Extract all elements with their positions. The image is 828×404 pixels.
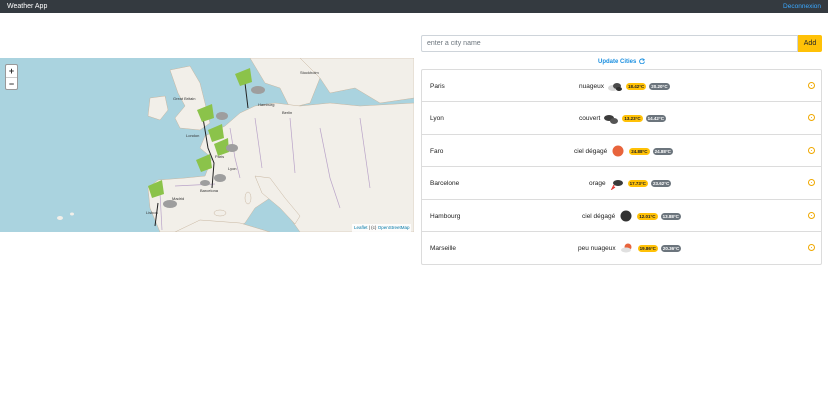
weather-info: peu nuageux 19.86°C 20.36°C [578, 242, 682, 254]
map-label-paris: Paris [215, 154, 225, 159]
temp-max-badge: 13.88°C [660, 212, 681, 220]
temp-min-badge: 19.86°C [637, 244, 658, 252]
map-label-madrid: Madrid [172, 196, 185, 201]
zoom-out-button[interactable]: − [6, 77, 17, 89]
update-cities-link[interactable]: Update Cities [598, 58, 646, 65]
app-title[interactable]: Weather App [7, 3, 47, 10]
city-row: Faro ciel dégagé 24.88°C 24.88°C [422, 135, 821, 168]
temp-max-badge: 14.42°C [645, 115, 666, 123]
locate-city-button[interactable] [808, 211, 815, 219]
zoom-in-button[interactable]: + [6, 65, 17, 77]
temp-min-badge: 12.01°C [637, 212, 658, 220]
clear-sky-night-icon [618, 210, 634, 222]
weather-description: orage [589, 180, 606, 188]
map-label-london: London [186, 133, 200, 138]
locate-city-button[interactable] [808, 82, 815, 89]
weather-description: ciel dégagé [574, 147, 608, 155]
city-name: Faro [430, 147, 444, 155]
temp-min-badge: 18.42°C [625, 83, 647, 90]
city-name: Marseille [430, 244, 457, 252]
map-zoom-control: + − [5, 64, 18, 90]
attribution-separator: | (c) [367, 225, 378, 230]
weather-info: couvert 13.23°C 14.42°C [579, 113, 666, 125]
city-name: Hambourg [430, 212, 461, 220]
temp-min-badge: 24.88°C [629, 147, 650, 155]
map-label-lisbon: Lisbon [146, 210, 158, 215]
map[interactable]: Great Britain London Hamburg Berlin Pari… [0, 58, 414, 232]
map-label-stockholm: Stockholm [300, 70, 319, 75]
temp-min-badge: 17.73°C [627, 180, 648, 188]
refresh-icon [639, 58, 646, 65]
locate-city-button[interactable] [808, 114, 815, 122]
weather-info: ciel dégagé 24.88°C 24.88°C [574, 145, 673, 157]
map-label-great-britain: Great Britain [173, 96, 196, 101]
clear-sky-day-icon [610, 145, 626, 157]
few-clouds-icon [619, 242, 635, 254]
map-label-hamburg: Hamburg [258, 102, 275, 107]
weather-description: peu nuageux [578, 244, 616, 252]
locate-city-button[interactable] [808, 243, 815, 251]
weather-info: nuageux 18.42°C 20.20°C [579, 82, 670, 91]
city-name: Paris [430, 83, 445, 90]
city-list: Paris nuageux 18.42°C 20.20°C Lyon couve… [421, 69, 822, 266]
leaflet-link[interactable]: Leaflet [354, 225, 368, 230]
weather-description: ciel dégagé [582, 212, 616, 220]
temp-max-badge: 24.88°C [652, 147, 673, 155]
locate-city-button[interactable] [808, 146, 815, 154]
map-tiles [0, 58, 414, 232]
thunderstorm-icon [609, 178, 625, 191]
temp-max-badge: 20.20°C [649, 83, 670, 90]
weather-description: couvert [579, 115, 601, 123]
weather-description: nuageux [579, 83, 604, 90]
city-row: Hambourg ciel dégagé 12.01°C 13.88°C [422, 200, 821, 232]
map-label-barcelona: Barcelona [200, 188, 219, 193]
logout-link[interactable]: Deconnexion [783, 3, 821, 10]
map-label-berlin: Berlin [282, 110, 293, 115]
city-row: Paris nuageux 18.42°C 20.20°C [422, 70, 821, 103]
temp-max-badge: 23.62°C [650, 180, 672, 188]
navbar: Weather App Deconnexion [0, 0, 828, 13]
city-row: Lyon couvert 13.23°C 14.42°C [422, 102, 821, 135]
map-attribution: Leaflet | (c) OpenStreetMap [352, 224, 412, 232]
temp-max-badge: 20.36°C [660, 244, 682, 252]
city-search-input[interactable] [421, 35, 798, 52]
osm-link[interactable]: OpenStreetMap [378, 225, 410, 230]
add-city-button[interactable]: Add [798, 35, 822, 52]
overcast-icon [603, 113, 619, 125]
map-label-lyon: Lyon [228, 166, 237, 171]
locate-city-button[interactable] [808, 179, 815, 187]
weather-info: orage 17.73°C 23.62°C [589, 178, 672, 191]
city-name: Barcelone [430, 180, 460, 188]
weather-info: ciel dégagé 12.01°C 13.88°C [582, 210, 681, 222]
temp-min-badge: 13.23°C [622, 115, 643, 123]
update-cities-label: Update Cities [598, 59, 637, 65]
city-name: Lyon [430, 115, 444, 123]
broken-clouds-icon [607, 81, 623, 93]
city-row: Marseille peu nuageux 19.86°C 20.36°C [422, 232, 821, 264]
city-row: Barcelone orage 17.73°C 23.62°C [422, 167, 821, 200]
